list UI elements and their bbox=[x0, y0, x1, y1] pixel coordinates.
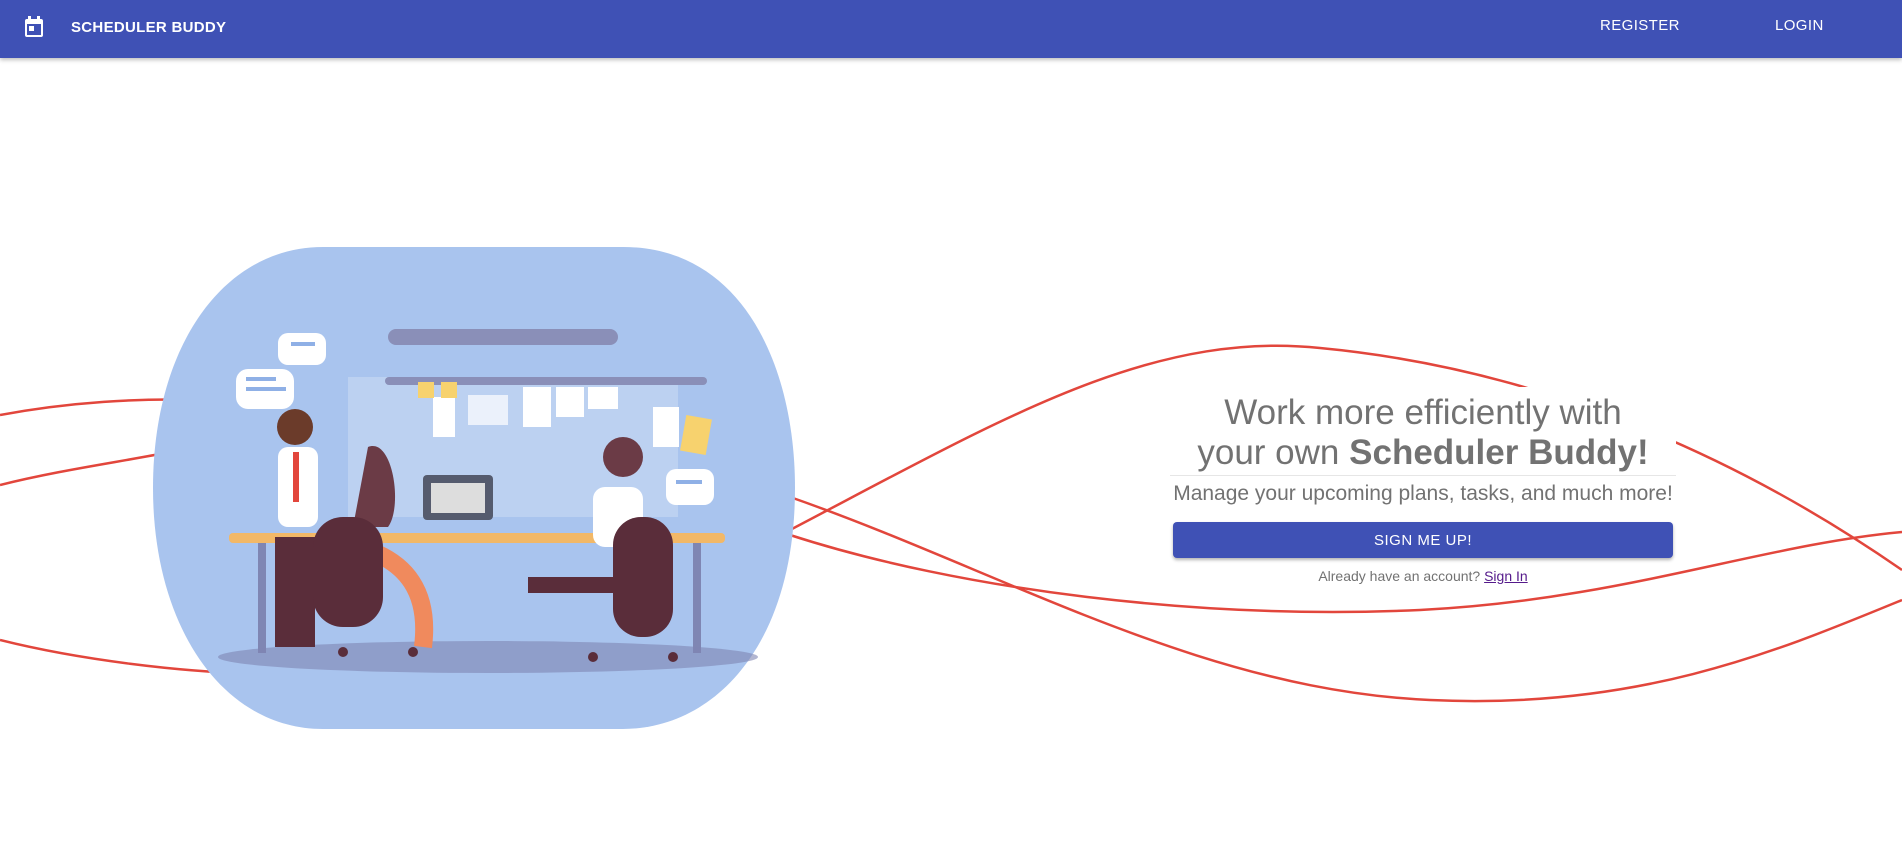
register-button[interactable]: REGISTER bbox=[1600, 17, 1680, 34]
hero-card: Work more efficiently with your own Sche… bbox=[1170, 387, 1676, 587]
team-meeting-illustration bbox=[153, 247, 795, 729]
hero-headline: Work more efficiently with your own Sche… bbox=[1170, 387, 1676, 476]
headline-line-1: Work more efficiently with bbox=[1224, 393, 1622, 432]
sign-in-link[interactable]: Sign In bbox=[1484, 568, 1528, 584]
hero-subheadline: Manage your upcoming plans, tasks, and m… bbox=[1170, 480, 1676, 510]
app-bar: SCHEDULER BUDDY REGISTER LOGIN bbox=[0, 0, 1902, 58]
sign-in-prompt: Already have an account? bbox=[1318, 568, 1481, 584]
sign-up-button[interactable]: SIGN ME UP! bbox=[1173, 522, 1673, 558]
app-title[interactable]: SCHEDULER BUDDY bbox=[71, 19, 226, 36]
login-button[interactable]: LOGIN bbox=[1775, 17, 1824, 34]
headline-line-2: your own Scheduler Buddy! bbox=[1170, 433, 1676, 473]
headline-prefix: your own bbox=[1197, 433, 1340, 472]
headline-brand: Scheduler Buddy! bbox=[1349, 433, 1649, 472]
sign-in-prompt-row: Already have an account? Sign In bbox=[1312, 567, 1534, 587]
calendar-icon[interactable] bbox=[24, 16, 44, 38]
